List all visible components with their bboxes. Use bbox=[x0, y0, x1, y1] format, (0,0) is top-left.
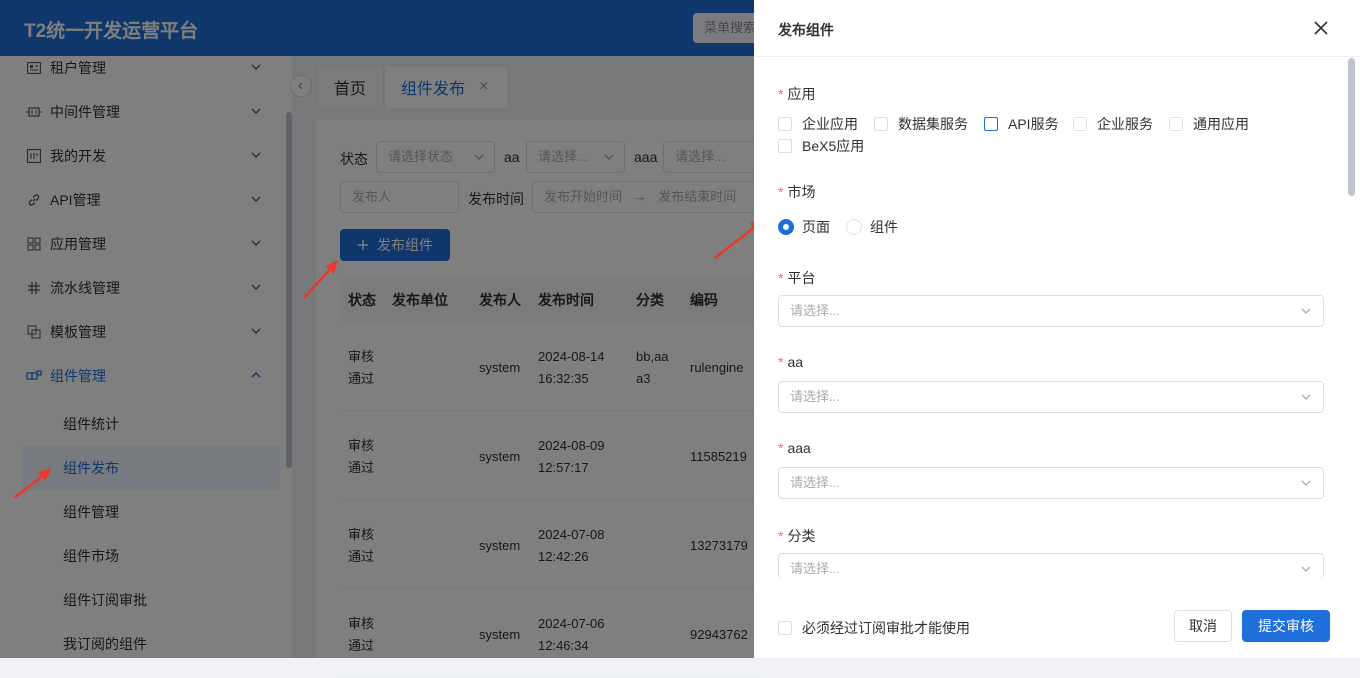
required-mark: * bbox=[778, 440, 784, 456]
platform-field-label: * 平台 bbox=[778, 270, 816, 286]
category-select[interactable]: 请选择... bbox=[778, 553, 1324, 579]
drawer-header: 发布组件 bbox=[754, 0, 1360, 57]
checkbox-enterprise-service[interactable]: 企业服务 bbox=[1073, 114, 1153, 134]
radio-market-component[interactable]: 组件 bbox=[846, 217, 898, 237]
required-mark: * bbox=[778, 184, 784, 200]
aaa-select[interactable]: 请选择... bbox=[778, 467, 1324, 499]
select-placeholder: 请选择... bbox=[790, 475, 840, 490]
chevron-down-icon bbox=[1301, 394, 1311, 400]
aa-select[interactable]: 请选择... bbox=[778, 381, 1324, 413]
annotation-arrow-icon bbox=[303, 260, 338, 299]
select-placeholder: 请选择... bbox=[790, 303, 840, 318]
publish-component-drawer: 发布组件 * 应用 企业应用 数据集服务 API服务 企业服务 通用应用 BeX5… bbox=[754, 0, 1360, 658]
required-mark: * bbox=[778, 354, 784, 370]
checkbox-api-service[interactable]: API服务 bbox=[984, 114, 1059, 134]
platform-select[interactable]: 请选择... bbox=[778, 295, 1324, 327]
chevron-down-icon bbox=[1301, 480, 1311, 486]
submit-review-button[interactable]: 提交审核 bbox=[1242, 610, 1330, 642]
select-placeholder: 请选择... bbox=[790, 561, 840, 576]
checkbox-dataset-service[interactable]: 数据集服务 bbox=[874, 114, 968, 134]
close-icon[interactable] bbox=[1312, 19, 1330, 37]
modal-overlay[interactable] bbox=[0, 0, 754, 658]
drawer-scrollbar[interactable] bbox=[1348, 58, 1355, 196]
market-field-label: * 市场 bbox=[778, 184, 816, 200]
drawer-title: 发布组件 bbox=[778, 22, 834, 38]
checkbox-enterprise-app[interactable]: 企业应用 bbox=[778, 114, 858, 134]
required-mark: * bbox=[778, 270, 784, 286]
aa-field-label: * aa bbox=[778, 354, 804, 370]
radio-market-page[interactable]: 页面 bbox=[778, 217, 830, 237]
checkbox-bex5-app[interactable]: BeX5应用 bbox=[778, 136, 864, 156]
aaa-field-label: * aaa bbox=[778, 440, 811, 456]
checkbox-general-app[interactable]: 通用应用 bbox=[1169, 114, 1249, 134]
drawer-footer: 必须经过订阅审批才能使用 取消 提交审核 bbox=[754, 592, 1360, 658]
app-field-label: * 应用 bbox=[778, 86, 816, 102]
cancel-button[interactable]: 取消 bbox=[1174, 610, 1232, 642]
select-placeholder: 请选择... bbox=[790, 389, 840, 404]
annotation-arrow-icon bbox=[13, 468, 52, 499]
checkbox-require-approval[interactable]: 必须经过订阅审批才能使用 bbox=[778, 618, 970, 638]
required-mark: * bbox=[778, 528, 784, 544]
category-field-label: * 分类 bbox=[778, 528, 816, 544]
chevron-down-icon bbox=[1301, 566, 1311, 572]
chevron-down-icon bbox=[1301, 308, 1311, 314]
required-mark: * bbox=[778, 86, 784, 102]
